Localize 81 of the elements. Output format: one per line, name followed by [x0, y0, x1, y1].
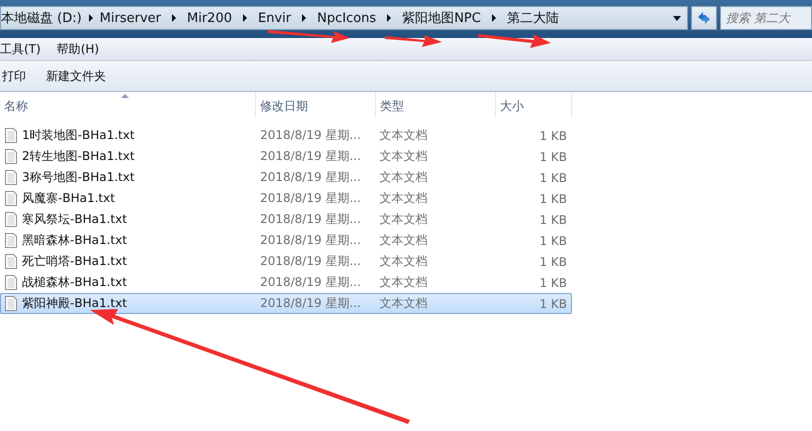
date-cell-text: 2018/8/19 星期...: [259, 190, 362, 207]
date-cell-text: 2018/8/19 星期...: [259, 169, 362, 186]
type-cell-text: 文本文档: [378, 127, 429, 144]
chevron-icon[interactable]: [301, 14, 308, 22]
document-icon: [5, 149, 17, 164]
file-name: 紫阳神殿-BHa1.txt: [22, 295, 127, 312]
size-cell-text: 1 KB: [538, 128, 568, 142]
breadcrumb-item[interactable]: Mir200: [187, 10, 232, 26]
file-row[interactable]: 紫阳神殿-BHa1.txt 2018/8/19 星期... 文本文档 1 KB: [0, 293, 572, 314]
file-name: 风魔寨-BHa1.txt: [22, 190, 115, 207]
document-icon: [5, 233, 17, 248]
chevron-icon[interactable]: [171, 14, 177, 22]
chevron-icon[interactable]: [88, 14, 94, 22]
type-cell-text: 文本文档: [378, 211, 429, 228]
date-cell-text: 2018/8/19 星期...: [259, 232, 362, 249]
document-icon: [5, 128, 17, 143]
chevron-icon[interactable]: [490, 14, 497, 22]
type-cell-text: 文本文档: [378, 295, 429, 312]
breadcrumb-item[interactable]: 紫阳地图NPC: [402, 9, 481, 27]
size-cell-text: 1 KB: [538, 170, 568, 184]
refresh-icon: [696, 11, 712, 25]
file-name: 1时装地图-BHa1.txt: [22, 127, 135, 144]
size-cell-text: 1 KB: [538, 296, 568, 310]
size-cell-text: 1 KB: [538, 254, 568, 268]
size-cell-text: 1 KB: [538, 276, 568, 290]
menu-item[interactable]: 工具(T): [0, 40, 41, 58]
annotation-arrow: [385, 35, 442, 47]
type-cell-text: 文本文档: [378, 148, 429, 165]
breadcrumb-item[interactable]: 第二大陆: [506, 9, 559, 27]
document-icon: [5, 296, 17, 311]
file-name: 寒风祭坛-BHa1.txt: [22, 211, 127, 228]
chevron-icon[interactable]: [386, 14, 392, 22]
size-cell-text: 1 KB: [538, 234, 568, 248]
file-name: 黑暗森林-BHa1.txt: [22, 232, 127, 249]
file-row[interactable]: 风魔寨-BHa1.txt 2018/8/19 星期... 文本文档 1 KB: [0, 188, 572, 209]
sort-arrow-icon: [121, 94, 129, 98]
document-icon: [5, 212, 17, 227]
document-icon: [5, 254, 17, 269]
file-row[interactable]: 寒风祭坛-BHa1.txt 2018/8/19 星期... 文本文档 1 KB: [0, 209, 572, 230]
size-cell-text: 1 KB: [538, 212, 568, 226]
document-icon: [5, 170, 17, 185]
chevron-icon[interactable]: [242, 14, 248, 22]
dropdown-icon[interactable]: [673, 16, 681, 20]
date-cell-text: 2018/8/19 星期...: [259, 274, 362, 291]
date-cell-text: 2018/8/19 星期...: [259, 127, 362, 144]
file-row[interactable]: 2转生地图-BHa1.txt 2018/8/19 星期... 文本文档 1 KB: [0, 146, 572, 167]
toolbar-button[interactable]: 打印: [0, 68, 32, 84]
breadcrumb-item[interactable]: NpcIcons: [317, 10, 376, 26]
size-cell-text: 1 KB: [538, 192, 568, 206]
file-name: 死亡哨塔-BHa1.txt: [22, 253, 127, 270]
search-field[interactable]: 搜索 第二大: [720, 6, 812, 30]
file-name: 战槌森林-BHa1.txt: [22, 274, 127, 291]
type-cell-text: 文本文档: [378, 232, 429, 249]
type-cell-text: 文本文档: [378, 190, 429, 207]
date-cell-text: 2018/8/19 星期...: [259, 148, 362, 165]
document-icon: [5, 191, 17, 206]
address-bar[interactable]: 本地磁盘 (D:) Mirserver Mir200 Envir NpcIcons 紫阳地图NPC 第二大陆: [0, 6, 688, 30]
size-cell-text: 1 KB: [538, 150, 568, 164]
column-header[interactable]: 类型: [376, 92, 496, 118]
file-row[interactable]: 战槌森林-BHa1.txt 2018/8/19 星期... 文本文档 1 KB: [0, 272, 572, 293]
date-cell-text: 2018/8/19 星期...: [259, 211, 362, 228]
date-cell-text: 2018/8/19 星期...: [259, 295, 362, 312]
file-name: 3称号地图-BHa1.txt: [22, 169, 135, 186]
type-cell-text: 文本文档: [378, 253, 429, 270]
breadcrumb-item[interactable]: Envir: [258, 10, 292, 26]
file-row[interactable]: 黑暗森林-BHa1.txt 2018/8/19 星期... 文本文档 1 KB: [0, 230, 572, 251]
date-cell-text: 2018/8/19 星期...: [259, 253, 362, 270]
breadcrumb-item[interactable]: Mirserver: [100, 10, 161, 26]
toolbar-button[interactable]: 新建文件夹: [40, 68, 112, 84]
column-header[interactable]: 修改日期: [256, 92, 376, 118]
document-icon: [5, 275, 17, 290]
file-name: 2转生地图-BHa1.txt: [22, 148, 135, 165]
refresh-button[interactable]: [691, 6, 717, 30]
menu-item[interactable]: 帮助(H): [56, 40, 100, 58]
breadcrumb-item[interactable]: 本地磁盘 (D:): [1, 9, 82, 27]
file-row[interactable]: 1时装地图-BHa1.txt 2018/8/19 星期... 文本文档 1 KB: [0, 125, 572, 146]
column-header[interactable]: 大小: [496, 92, 572, 118]
type-cell-text: 文本文档: [378, 274, 429, 291]
type-cell-text: 文本文档: [378, 169, 429, 186]
file-row[interactable]: 3称号地图-BHa1.txt 2018/8/19 星期... 文本文档 1 KB: [0, 167, 572, 188]
file-row[interactable]: 死亡哨塔-BHa1.txt 2018/8/19 星期... 文本文档 1 KB: [0, 251, 572, 272]
